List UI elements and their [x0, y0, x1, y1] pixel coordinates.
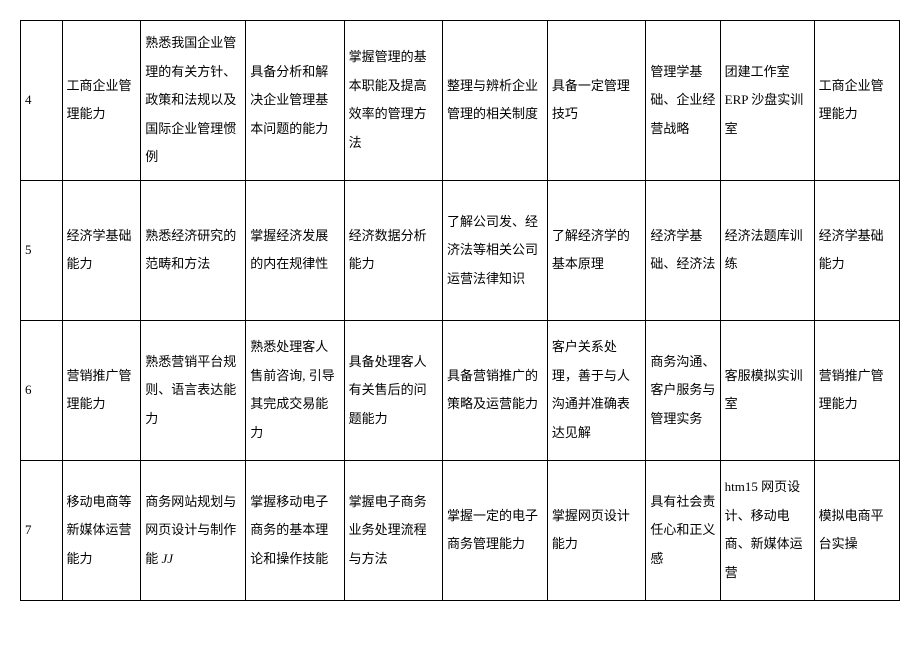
document-table-wrap: 4 工商企业管理能力 熟悉我国企业管理的有关方针、政策和法规以及国际企业管理惯例…: [20, 20, 900, 601]
cell: 工商企业管理能力: [814, 21, 899, 181]
cell: 熟悉营销平台规则、语言表达能力: [141, 320, 246, 460]
cell: 具备一定管理技巧: [547, 21, 645, 181]
cell: 客服模拟实训室: [720, 320, 814, 460]
cell: 经济学基础能力: [62, 180, 141, 320]
cell: 模拟电商平台实操: [814, 460, 899, 600]
cell: 具备营销推广的策略及运营能力: [442, 320, 547, 460]
cell: 掌握网页设计能力: [547, 460, 645, 600]
cell: 了解经济学的基本原理: [547, 180, 645, 320]
table-row: 6 营销推广管理能力 熟悉营销平台规则、语言表达能力 熟悉处理客人售前咨询, 引…: [21, 320, 900, 460]
table-row: 4 工商企业管理能力 熟悉我国企业管理的有关方针、政策和法规以及国际企业管理惯例…: [21, 21, 900, 181]
cell: 具备分析和解决企业管理基本问题的能力: [246, 21, 344, 181]
cell-num: 4: [21, 21, 63, 181]
cell: 熟悉我国企业管理的有关方针、政策和法规以及国际企业管理惯例: [141, 21, 246, 181]
cell: 熟悉经济研究的范畴和方法: [141, 180, 246, 320]
cell-text-jj: JJ: [162, 551, 174, 566]
cell: 商务网站规划与网页设计与制作能 JJ: [141, 460, 246, 600]
cell: 经济学基础能力: [814, 180, 899, 320]
cell: 营销推广管理能力: [814, 320, 899, 460]
cell: 掌握电子商务业务处理流程与方法: [344, 460, 442, 600]
cell: 掌握一定的电子商务管理能力: [442, 460, 547, 600]
cell: 移动电商等新媒体运营能力: [62, 460, 141, 600]
capability-table: 4 工商企业管理能力 熟悉我国企业管理的有关方针、政策和法规以及国际企业管理惯例…: [20, 20, 900, 601]
cell: 经济学基础、经济法: [646, 180, 720, 320]
cell: 营销推广管理能力: [62, 320, 141, 460]
cell: 整理与辨析企业管理的相关制度: [442, 21, 547, 181]
cell: 经济法题库训练: [720, 180, 814, 320]
cell: 熟悉处理客人售前咨询, 引导其完成交易能力: [246, 320, 344, 460]
cell: 客户关系处理，善于与人沟通并准确表达见解: [547, 320, 645, 460]
table-row: 7 移动电商等新媒体运营能力 商务网站规划与网页设计与制作能 JJ 掌握移动电子…: [21, 460, 900, 600]
cell-num: 5: [21, 180, 63, 320]
cell: 经济数据分析能力: [344, 180, 442, 320]
cell: 掌握经济发展的内在规律性: [246, 180, 344, 320]
cell-text: 商务网站规划与网页设计与制作能: [145, 494, 236, 566]
cell-num: 6: [21, 320, 63, 460]
cell: 掌握移动电子商务的基本理论和操作技能: [246, 460, 344, 600]
cell: 管理学基础、企业经营战略: [646, 21, 720, 181]
cell: 团建工作室ERP 沙盘实训室: [720, 21, 814, 181]
cell: 了解公司发、经济法等相关公司运营法律知识: [442, 180, 547, 320]
cell: 商务沟通、客户服务与管理实务: [646, 320, 720, 460]
cell: 具备处理客人有关售后的问题能力: [344, 320, 442, 460]
cell: 掌握管理的基本职能及提高效率的管理方法: [344, 21, 442, 181]
cell: 工商企业管理能力: [62, 21, 141, 181]
cell: 具有社会责任心和正义感: [646, 460, 720, 600]
cell-num: 7: [21, 460, 63, 600]
table-row: 5 经济学基础能力 熟悉经济研究的范畴和方法 掌握经济发展的内在规律性 经济数据…: [21, 180, 900, 320]
cell: htm15 网页设计、移动电商、新媒体运营: [720, 460, 814, 600]
